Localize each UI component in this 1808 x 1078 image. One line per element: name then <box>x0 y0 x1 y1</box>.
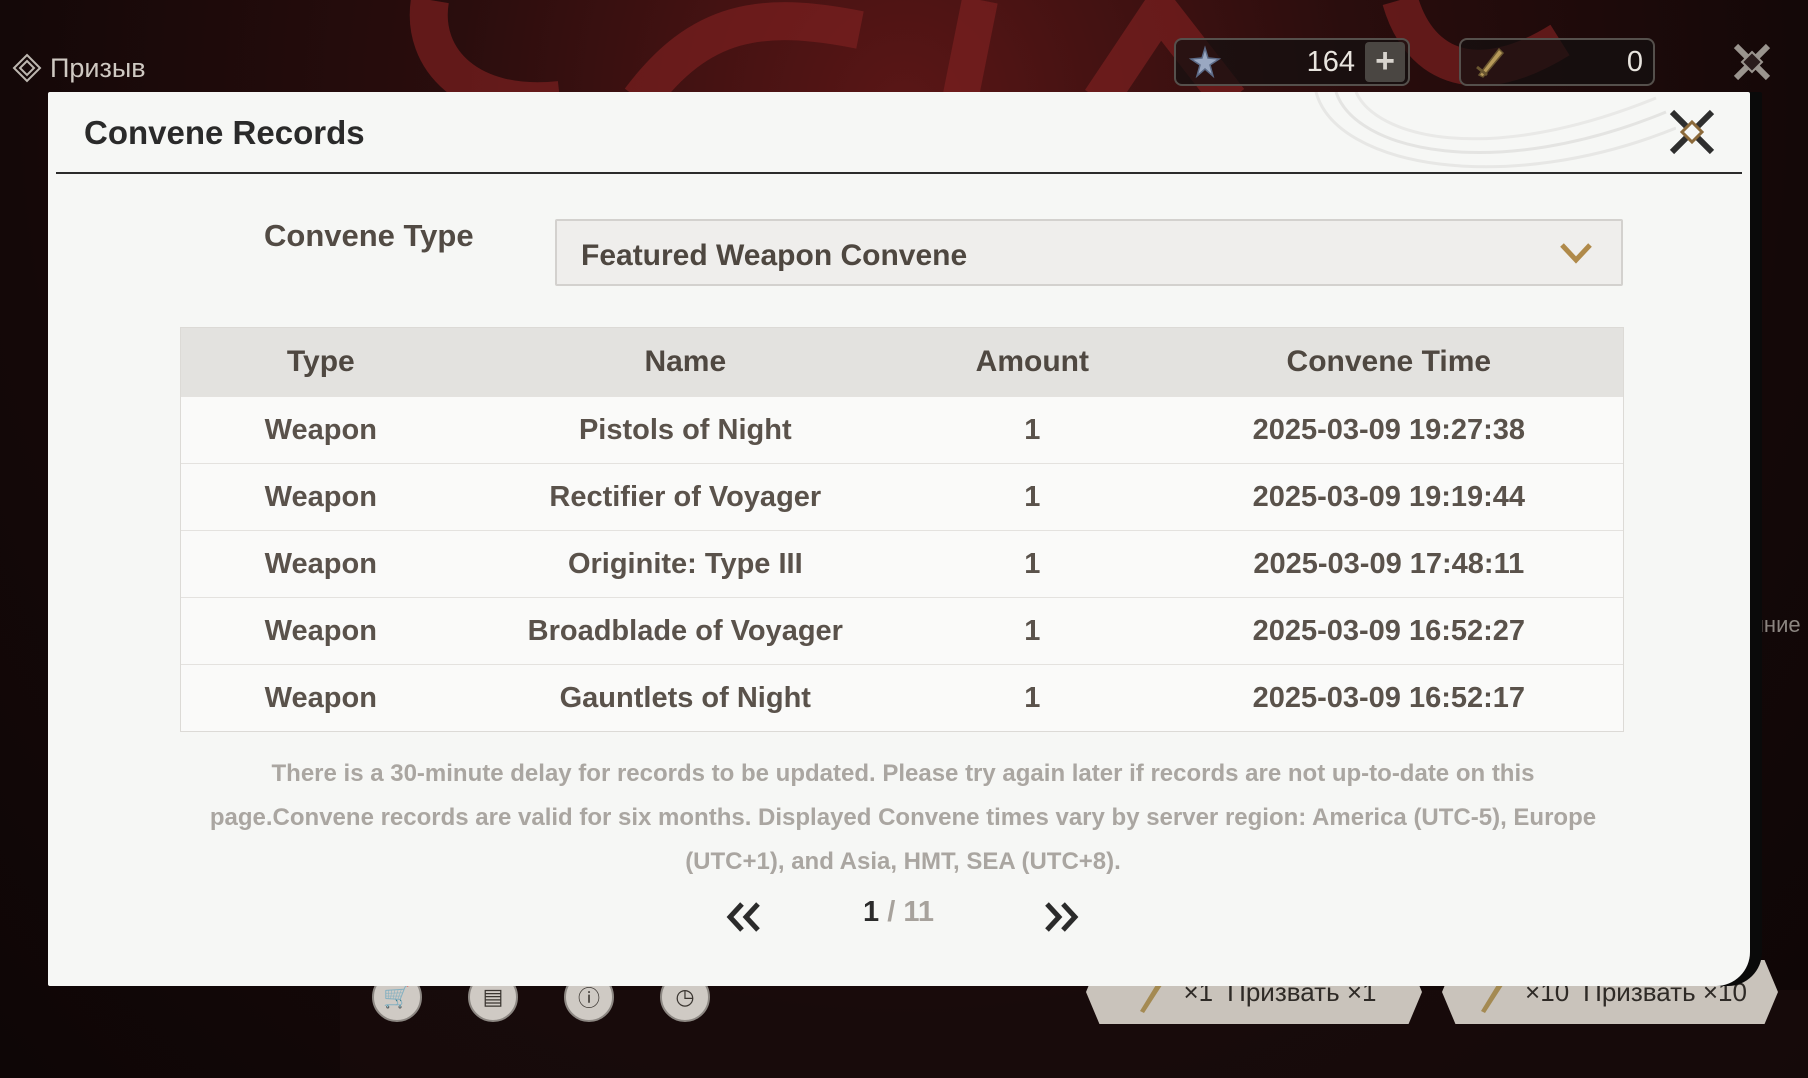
history-clock-icon: ◷ <box>675 984 695 1009</box>
cell-amount: 1 <box>1024 480 1041 513</box>
cell-name: Broadblade of Voyager <box>527 614 843 647</box>
forging-tide-value: 0 <box>1626 45 1643 78</box>
table-row: Weapon Broadblade of Voyager 1 2025-03-0… <box>181 597 1623 664</box>
section-title: Призыв <box>12 48 146 88</box>
cart-icon: 🛒 <box>383 984 411 1009</box>
page-indicator: 1 / 11 <box>863 896 934 929</box>
table-row: Weapon Pistols of Night 1 2025-03-09 19:… <box>181 396 1623 463</box>
summon-emblem-icon <box>12 53 42 83</box>
modal-title: Convene Records <box>84 114 365 151</box>
convene-records-modal: Convene Records Convene Type Featured We… <box>48 92 1750 986</box>
cell-time: 2025-03-09 16:52:27 <box>1252 614 1526 647</box>
records-search-icon: ▤ <box>482 984 504 1009</box>
column-type: Type <box>286 345 355 378</box>
add-astrite-button[interactable]: + <box>1365 42 1405 82</box>
cell-name: Originite: Type III <box>567 547 803 580</box>
side-label: яние <box>1752 612 1801 637</box>
double-chevron-right-icon[interactable] <box>1041 900 1081 934</box>
close-icon[interactable] <box>1666 106 1718 158</box>
column-name: Name <box>644 345 727 378</box>
cell-time: 2025-03-09 19:19:44 <box>1252 480 1526 513</box>
cell-type: Weapon <box>264 681 377 714</box>
cell-name: Gauntlets of Night <box>559 681 811 714</box>
cell-amount: 1 <box>1024 681 1041 714</box>
column-convene-time: Convene Time <box>1286 345 1492 378</box>
convene-type-value: Featured Weapon Convene <box>581 239 968 272</box>
cell-amount: 1 <box>1024 413 1041 446</box>
astrite-value: 164 <box>1306 45 1355 78</box>
game-close-icon[interactable] <box>1728 38 1776 86</box>
convene-type-label: Convene Type <box>264 218 474 253</box>
current-page: 1 <box>863 896 880 928</box>
modal-header: Convene Records <box>56 92 1742 174</box>
double-chevron-left-icon[interactable] <box>724 900 764 934</box>
table-row: Weapon Gauntlets of Night 1 2025-03-09 1… <box>181 664 1623 731</box>
convene-type-select[interactable]: Featured Weapon Convene <box>555 219 1623 286</box>
cell-name: Pistols of Night <box>578 413 792 446</box>
table-row: Weapon Rectifier of Voyager 1 2025-03-09… <box>181 463 1623 530</box>
header-decoration <box>1314 92 1676 169</box>
table-header: Type Name Amount Convene Time <box>181 328 1623 396</box>
cell-type: Weapon <box>264 547 377 580</box>
convene-type-row: Convene Type <box>264 218 564 254</box>
cell-amount: 1 <box>1024 614 1041 647</box>
page-separator: / <box>887 896 896 928</box>
records-notice: There is a 30-minute delay for records t… <box>209 760 1597 875</box>
cell-time: 2025-03-09 19:27:38 <box>1252 413 1526 446</box>
cell-time: 2025-03-09 17:48:11 <box>1253 547 1525 580</box>
cell-type: Weapon <box>264 614 377 647</box>
cell-type: Weapon <box>264 480 377 513</box>
cell-amount: 1 <box>1024 547 1041 580</box>
total-pages: 11 <box>903 896 934 928</box>
records-table: Type Name Amount Convene Time Weapon Pis… <box>180 327 1624 732</box>
cell-name: Rectifier of Voyager <box>549 480 822 513</box>
astrite-counter: 164 + <box>1174 38 1410 86</box>
cell-time: 2025-03-09 16:52:17 <box>1252 681 1526 714</box>
astrite-star-icon <box>1188 45 1222 79</box>
table-row: Weapon Originite: Type III 1 2025-03-09 … <box>181 530 1623 597</box>
section-title-label: Призыв <box>50 52 146 83</box>
forging-tide-counter: 0 <box>1459 38 1655 86</box>
cell-type: Weapon <box>264 413 377 446</box>
pagination: 1 / 11 <box>48 892 1750 942</box>
column-amount: Amount <box>975 345 1089 378</box>
forging-tide-icon <box>1476 47 1505 78</box>
chevron-down-icon <box>1560 243 1592 264</box>
